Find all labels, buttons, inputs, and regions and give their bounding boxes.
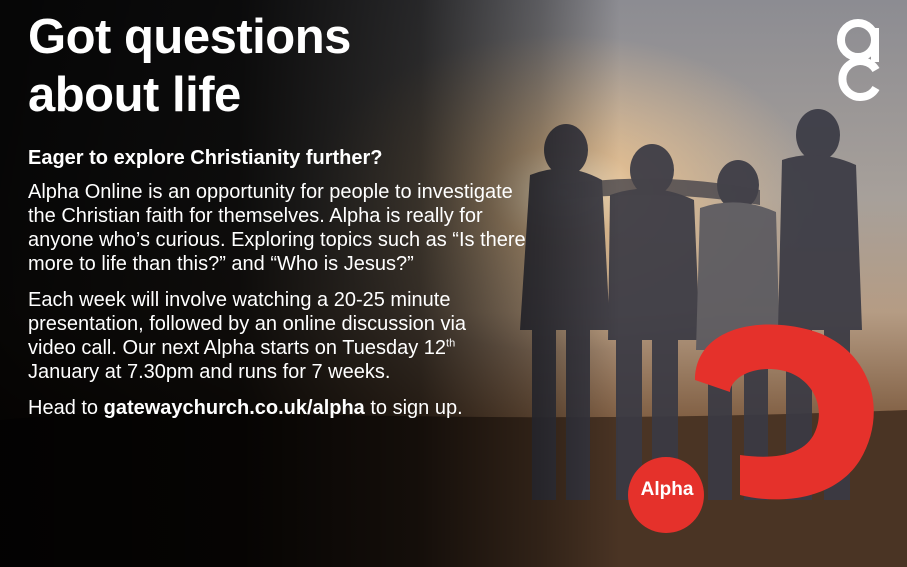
headline-line-1: Got questions: [28, 10, 351, 64]
schedule-text: Each week will involve watching a 20-25 …: [28, 289, 467, 359]
subheading: Eager to explore Christianity further?: [28, 147, 383, 169]
signup-link[interactable]: gatewaychurch.co.uk/alpha: [104, 397, 365, 419]
cta-suffix: to sign up.: [364, 397, 463, 419]
alpha-question-mark-icon: [628, 324, 874, 533]
text-content: Got questions about life Eager to explor…: [28, 8, 548, 432]
cta-prefix: Head to: [28, 397, 104, 419]
headline-line-2: about life: [28, 68, 241, 122]
gc-monogram-icon: [837, 19, 880, 101]
alpha-logo-label: Alpha: [640, 479, 694, 500]
schedule-paragraph: Each week will involve watching a 20-25 …: [28, 288, 518, 384]
call-to-action: Head to gatewaychurch.co.uk/alpha to sig…: [28, 396, 518, 420]
headline: Got questions about life: [28, 8, 548, 124]
date-ordinal-suffix: th: [446, 337, 456, 350]
schedule-text-continued: January at 7.30pm and runs for 7 weeks.: [28, 361, 391, 383]
alpha-promo-card: Got questions about life Eager to explor…: [0, 0, 907, 567]
intro-paragraph: Alpha Online is an opportunity for peopl…: [28, 181, 526, 275]
